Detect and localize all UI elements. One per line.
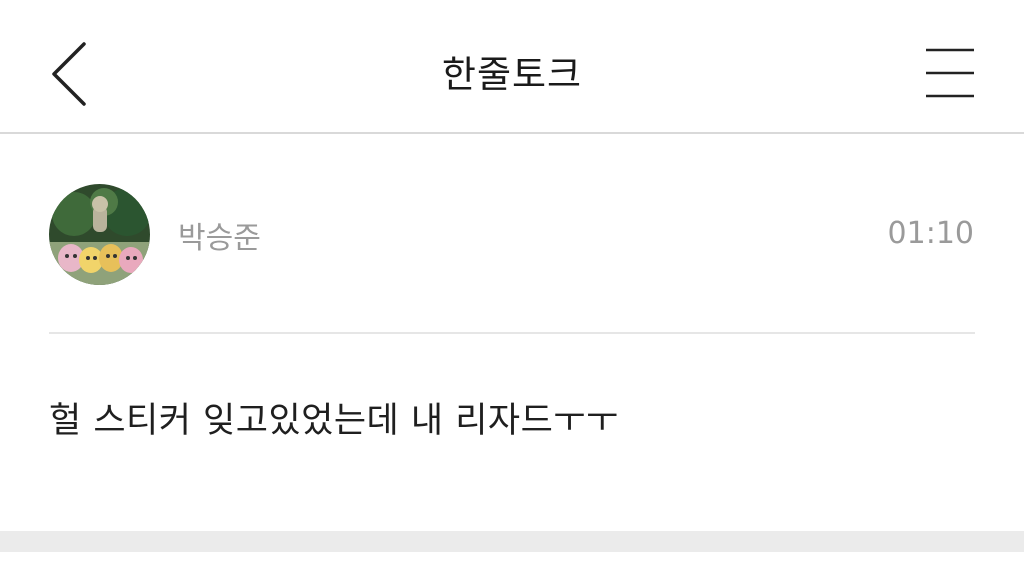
next-section xyxy=(0,552,1024,577)
page-title: 한줄토크 xyxy=(441,53,583,96)
post-timestamp: 01:10 xyxy=(887,216,974,251)
message-text: 헐 스티커 잊고있었는데 내 리자드ㅜㅜ xyxy=(49,401,619,441)
hamburger-menu-icon xyxy=(926,48,974,98)
header-bar: 한줄토크 xyxy=(0,0,1024,134)
section-separator xyxy=(0,531,1024,552)
talk-screen: 한줄토크 박승준 01:10 헐 스티커 잊고있었는데 내 리자드ㅜㅜ xyxy=(0,0,1024,577)
avatar-image xyxy=(49,184,150,285)
avatar[interactable] xyxy=(49,184,150,285)
author-name[interactable]: 박승준 xyxy=(178,213,261,257)
post-divider xyxy=(49,332,975,334)
menu-button[interactable] xyxy=(918,40,984,106)
